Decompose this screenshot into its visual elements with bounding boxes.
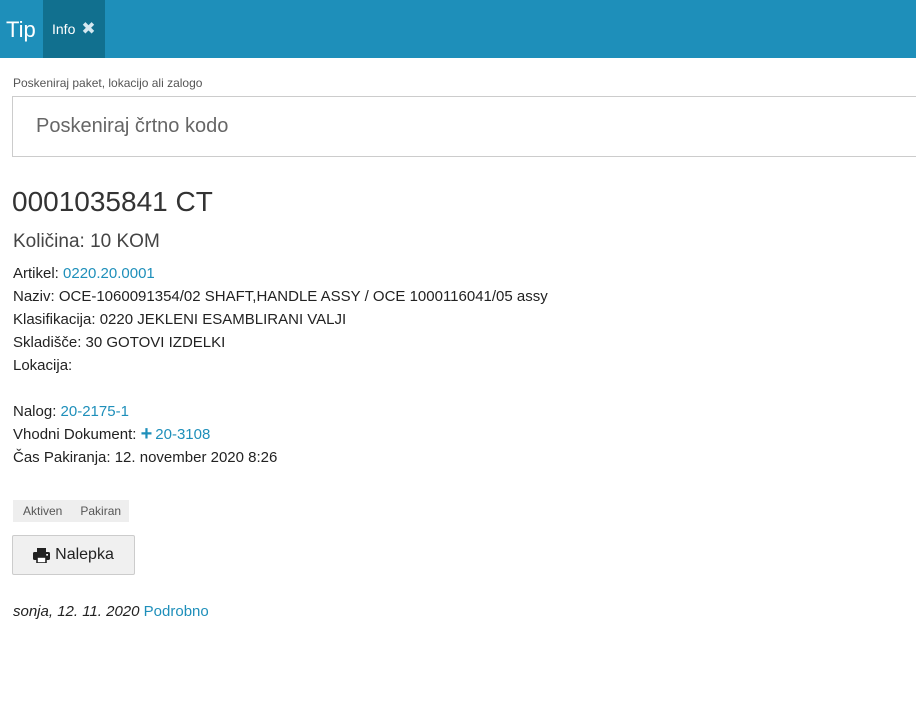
article-label: Artikel: [13, 265, 64, 282]
package-title: 0001035841 CT [12, 186, 213, 217]
order-link[interactable]: 20-2175-1 [61, 403, 129, 420]
order-label: Nalog: [13, 403, 61, 420]
print-label-text: Nalepka [55, 546, 114, 563]
print-label-button[interactable]: Nalepka [12, 535, 135, 575]
status-badges: Aktiven Pakiran [13, 500, 130, 522]
details-link[interactable]: Podrobno [144, 603, 209, 620]
barcode-scan-input[interactable] [12, 96, 916, 157]
tab-info-label: Info [52, 21, 76, 37]
packing-time-row: Čas Pakiranja: 12. november 2020 8:26 [13, 449, 278, 466]
package-details: Artikel: 0220.20.0001 Naziv: OCE-1060091… [13, 262, 548, 469]
status-badge-active: Aktiven [23, 504, 63, 518]
article-row: Artikel: 0220.20.0001 [13, 262, 548, 285]
tab-info[interactable]: Info ✖ [43, 0, 105, 58]
plus-icon[interactable]: + [141, 424, 153, 444]
printer-icon [33, 547, 51, 563]
author-date: sonja, 12. 11. 2020 [13, 603, 140, 620]
input-document-row: Vhodni Dokument: +20-3108 [13, 423, 548, 446]
name-row: Naziv: OCE-1060091354/02 SHAFT,HANDLE AS… [13, 288, 548, 305]
input-document-label: Vhodni Dokument: [13, 426, 141, 443]
package-quantity: Količina: 10 KOM [13, 231, 160, 252]
location-row: Lokacija: [13, 357, 73, 374]
app-brand[interactable]: Tip [6, 17, 36, 43]
footer-line: sonja, 12. 11. 2020 Podrobno [13, 603, 209, 620]
scan-field-label: Poskeniraj paket, lokacijo ali zalogo [13, 76, 203, 90]
classification-row: Klasifikacija: 0220 JEKLENI ESAMBLIRANI … [13, 311, 347, 328]
warehouse-row: Skladišče: 30 GOTOVI IZDELKI [13, 334, 226, 351]
status-badge-packed: Pakiran [80, 504, 122, 518]
input-document-link[interactable]: 20-3108 [155, 426, 210, 443]
article-link[interactable]: 0220.20.0001 [63, 265, 155, 282]
close-icon[interactable]: ✖ [81, 19, 95, 39]
details-spacer [13, 377, 548, 400]
top-bar: Tip Info ✖ [0, 0, 916, 58]
order-row: Nalog: 20-2175-1 [13, 400, 548, 423]
